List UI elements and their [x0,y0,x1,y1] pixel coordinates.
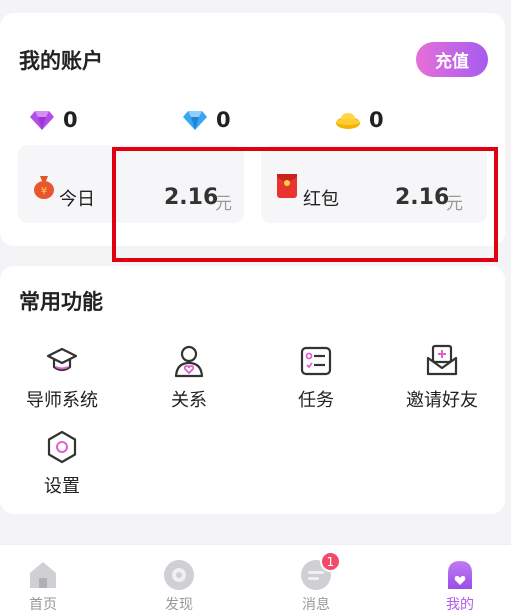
money-bag-icon: ¥ [34,176,54,199]
functions-title: 常用功能 [19,290,103,314]
task-list-icon [300,346,332,376]
gold-ingot-stat[interactable]: 0 [335,106,384,134]
account-card: 我的账户 充值 0 0 0 ¥ 今日 2.16 元 红包 2.16 元 [0,13,505,246]
tab-label: 发现 [165,597,193,613]
func-settings[interactable]: 设置 [12,430,112,498]
person-heart-icon [174,345,204,378]
redpack-label: 红包 [303,189,339,210]
purple-diamond-icon [30,111,54,130]
discover-icon [164,560,194,590]
tab-profile[interactable]: 我的 [430,559,490,614]
home-icon [30,562,56,588]
tab-label: 消息 [302,597,330,613]
recharge-button[interactable]: 充值 [416,42,488,77]
red-envelope-icon [277,174,297,198]
invite-envelope-icon [426,344,458,376]
func-invite-friends[interactable]: 邀请好友 [392,344,492,412]
tab-discover[interactable]: 发现 [149,559,209,614]
bottom-tab-bar: 首页 发现 1 消息 我的 [0,544,511,616]
tab-label: 首页 [29,597,57,613]
profile-icon [448,561,472,589]
graduation-cap-icon [46,347,78,372]
func-label: 导师系统 [26,390,98,411]
today-label: 今日 [59,189,95,210]
func-tasks[interactable]: 任务 [266,344,366,412]
func-relationship[interactable]: 关系 [139,344,239,412]
redpack-unit: 元 [446,194,463,214]
blue-diamond-stat[interactable]: 0 [182,106,231,134]
account-title: 我的账户 [19,49,103,73]
purple-diamond-count: 0 [63,108,78,132]
blue-diamond-count: 0 [216,108,231,132]
message-badge: 1 [320,551,341,572]
purple-diamond-stat[interactable]: 0 [29,106,78,134]
tab-messages[interactable]: 1 消息 [286,551,346,614]
functions-card: 常用功能 导师系统 关系 任务 邀请好友 设置 [0,266,505,514]
settings-hexagon-icon [47,430,77,464]
tab-label: 我的 [446,597,474,613]
svg-text:¥: ¥ [41,186,47,197]
today-unit: 元 [215,194,232,214]
gold-ingot-icon [336,113,360,129]
tab-home[interactable]: 首页 [13,559,73,614]
redpack-value: 2.16 [395,185,450,210]
func-label: 任务 [298,390,334,411]
gold-ingot-count: 0 [369,108,384,132]
blue-diamond-icon [183,111,207,130]
func-label: 关系 [171,390,207,411]
today-value: 2.16 [164,185,219,210]
func-label: 设置 [44,476,80,497]
func-label: 邀请好友 [406,390,478,411]
func-mentor-system[interactable]: 导师系统 [12,344,112,412]
